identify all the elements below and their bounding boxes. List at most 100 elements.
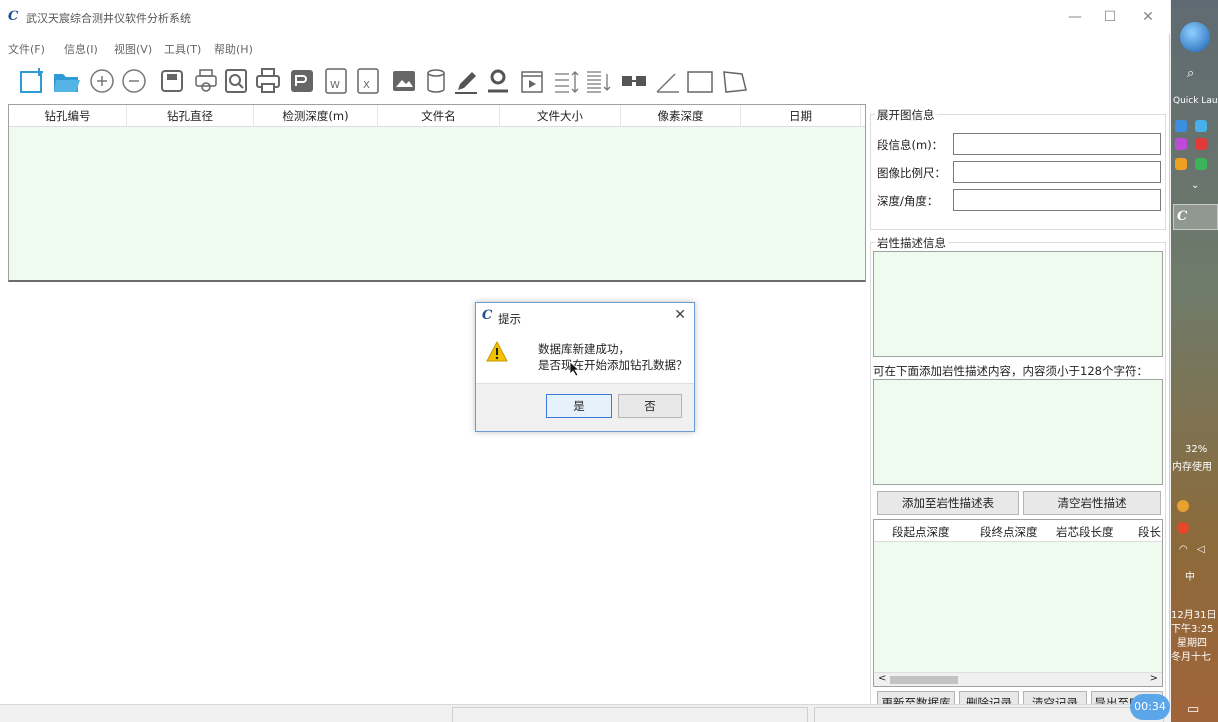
lithology-table-header: 段起点深度 段终点深度 岩芯段长度 段长 bbox=[874, 520, 1162, 542]
col-core-length[interactable]: 岩芯段长度 bbox=[1056, 524, 1114, 540]
menu-bar: 文件(F) 信息(I) 视图(V) 工具(T) 帮助(H) bbox=[0, 36, 1170, 58]
clock-weekday[interactable]: 星期四 bbox=[1177, 634, 1207, 649]
scroll-right-icon[interactable]: > bbox=[1150, 673, 1158, 684]
horizontal-scrollbar[interactable]: < > bbox=[874, 672, 1162, 686]
memory-label: 内存使用 bbox=[1172, 462, 1212, 473]
pencil-icon[interactable] bbox=[452, 66, 480, 96]
dialog-title: 提示 bbox=[498, 312, 521, 326]
image-icon[interactable] bbox=[390, 66, 418, 96]
menu-help[interactable]: 帮助(H) bbox=[214, 41, 253, 57]
zoom-out-icon[interactable] bbox=[120, 66, 148, 96]
video-icon[interactable] bbox=[518, 66, 546, 96]
lithology-title: 岩性描述信息 bbox=[875, 235, 948, 251]
clock-date[interactable]: 12月31日 bbox=[1171, 606, 1216, 621]
tray-app-icon[interactable] bbox=[1177, 500, 1189, 512]
quick-launch-label: Quick Launch bbox=[1173, 96, 1218, 106]
save-icon[interactable] bbox=[158, 66, 186, 96]
new-file-icon[interactable] bbox=[18, 66, 46, 96]
lithology-input[interactable] bbox=[873, 379, 1163, 485]
align-down-icon[interactable] bbox=[584, 66, 612, 96]
dialog-message-line2: 是否现在开始添加钻孔数据？ bbox=[538, 358, 688, 372]
add-lithology-button[interactable]: 添加至岩性描述表 bbox=[877, 491, 1019, 515]
scroll-left-icon[interactable]: < bbox=[878, 673, 886, 684]
app-task-icon: C bbox=[1177, 209, 1188, 224]
col-hole-diameter[interactable]: 钻孔直径 bbox=[127, 105, 254, 127]
quick-launch-app-icon[interactable] bbox=[1195, 158, 1207, 170]
clock-lunar[interactable]: 冬月十七 bbox=[1171, 648, 1211, 663]
clock-time[interactable]: 下午3:25 bbox=[1171, 620, 1213, 635]
col-hole-id[interactable]: 钻孔编号 bbox=[9, 105, 127, 127]
dialog-yes-button[interactable]: 是 bbox=[546, 394, 612, 418]
menu-tools[interactable]: 工具(T) bbox=[164, 41, 201, 57]
quick-launch-app-icon[interactable] bbox=[1175, 120, 1187, 132]
dialog-footer: 是 否 bbox=[476, 383, 694, 431]
recording-timer: 00:34 bbox=[1130, 694, 1170, 720]
col-file-name[interactable]: 文件名 bbox=[378, 105, 500, 127]
volume-icon[interactable]: ◁ bbox=[1197, 544, 1205, 555]
align-up-icon[interactable] bbox=[552, 66, 580, 96]
notification-icon[interactable]: ▭ bbox=[1187, 702, 1199, 717]
quick-launch-app-icon[interactable] bbox=[1175, 138, 1187, 150]
database-icon[interactable] bbox=[422, 66, 450, 96]
col-detect-depth[interactable]: 检测深度(m) bbox=[254, 105, 378, 127]
location-icon[interactable] bbox=[484, 66, 512, 96]
lithology-group: 岩性描述信息 可在下面添加岩性描述内容，内容须小于128个字符： 添加至岩性描述… bbox=[870, 235, 1166, 715]
start-button-icon[interactable] bbox=[1180, 22, 1210, 52]
col-seg-end[interactable]: 段终点深度 bbox=[980, 524, 1038, 540]
print-preview-icon[interactable] bbox=[222, 66, 250, 96]
col-seg-start[interactable]: 段起点深度 bbox=[892, 524, 950, 540]
scroll-thumb[interactable] bbox=[890, 676, 958, 684]
open-folder-icon[interactable] bbox=[52, 66, 80, 96]
print-setup-icon[interactable] bbox=[192, 66, 220, 96]
status-bar bbox=[0, 704, 1170, 722]
quick-launch-app-icon[interactable] bbox=[1195, 120, 1207, 132]
expand-icon[interactable]: ⌄ bbox=[1191, 180, 1199, 191]
export-image-icon[interactable] bbox=[288, 66, 316, 96]
menu-info[interactable]: 信息(I) bbox=[64, 41, 98, 57]
quick-launch-app-icon[interactable] bbox=[1195, 138, 1207, 150]
ime-indicator[interactable]: 中 bbox=[1185, 568, 1195, 583]
export-word-icon[interactable]: W bbox=[322, 66, 350, 96]
lithology-display bbox=[873, 251, 1163, 357]
warning-icon bbox=[486, 340, 508, 366]
main-window: C 武汉天宸综合测井仪软件分析系统 — ☐ ✕ 文件(F) 信息(I) 视图(V… bbox=[0, 0, 1170, 722]
scale-input[interactable] bbox=[953, 161, 1161, 183]
menu-file[interactable]: 文件(F) bbox=[8, 41, 45, 57]
toolbar: W X bbox=[0, 62, 1170, 102]
maximize-button[interactable]: ☐ bbox=[1095, 6, 1125, 28]
print-icon[interactable] bbox=[254, 66, 282, 96]
status-cell-1 bbox=[452, 707, 808, 722]
rectangle-icon[interactable] bbox=[686, 66, 714, 96]
status-cell-2 bbox=[814, 707, 1164, 722]
col-date[interactable]: 日期 bbox=[741, 105, 861, 127]
clear-lithology-button[interactable]: 清空岩性描述 bbox=[1023, 491, 1161, 515]
zoom-in-icon[interactable] bbox=[88, 66, 116, 96]
lithology-table[interactable]: 段起点深度 段终点深度 岩芯段长度 段长 < > bbox=[873, 519, 1163, 687]
confirm-dialog: C 提示 ✕ 数据库新建成功， 是否现在开始添加钻孔数据？ 是 否 bbox=[475, 302, 695, 432]
close-button[interactable]: ✕ bbox=[1133, 6, 1163, 28]
merge-icon[interactable] bbox=[620, 66, 648, 96]
minimize-button[interactable]: — bbox=[1060, 6, 1090, 28]
taskbar-app-button[interactable]: C bbox=[1173, 204, 1218, 230]
search-icon[interactable]: ⌕ bbox=[1187, 66, 1194, 81]
segment-input[interactable] bbox=[953, 133, 1161, 155]
unfold-info-title: 展开图信息 bbox=[875, 107, 937, 123]
drill-hole-table[interactable]: 钻孔编号 钻孔直径 检测深度(m) 文件名 文件大小 像素深度 日期 bbox=[8, 104, 866, 282]
tray-app-icon[interactable] bbox=[1177, 522, 1189, 534]
col-seg-length[interactable]: 段长 bbox=[1138, 524, 1161, 540]
scale-label: 图像比例尺： bbox=[877, 166, 946, 180]
dialog-logo-icon: C bbox=[482, 308, 493, 323]
menu-view[interactable]: 视图(V) bbox=[114, 41, 152, 57]
dialog-message-line1: 数据库新建成功， bbox=[538, 342, 630, 356]
quick-launch-app-icon[interactable] bbox=[1175, 158, 1187, 170]
col-file-size[interactable]: 文件大小 bbox=[500, 105, 621, 127]
dialog-close-button[interactable]: ✕ bbox=[674, 307, 686, 323]
wifi-icon[interactable]: ◠ bbox=[1179, 544, 1188, 555]
unfold-info-group: 展开图信息 段信息(m)： 图像比例尺： 深度/角度： bbox=[870, 107, 1166, 230]
col-pixel-depth[interactable]: 像素深度 bbox=[621, 105, 741, 127]
export-excel-icon[interactable]: X bbox=[354, 66, 382, 96]
angle-icon[interactable] bbox=[654, 66, 682, 96]
depth-angle-input[interactable] bbox=[953, 189, 1161, 211]
dialog-no-button[interactable]: 否 bbox=[618, 394, 682, 418]
polygon-icon[interactable] bbox=[720, 66, 748, 96]
